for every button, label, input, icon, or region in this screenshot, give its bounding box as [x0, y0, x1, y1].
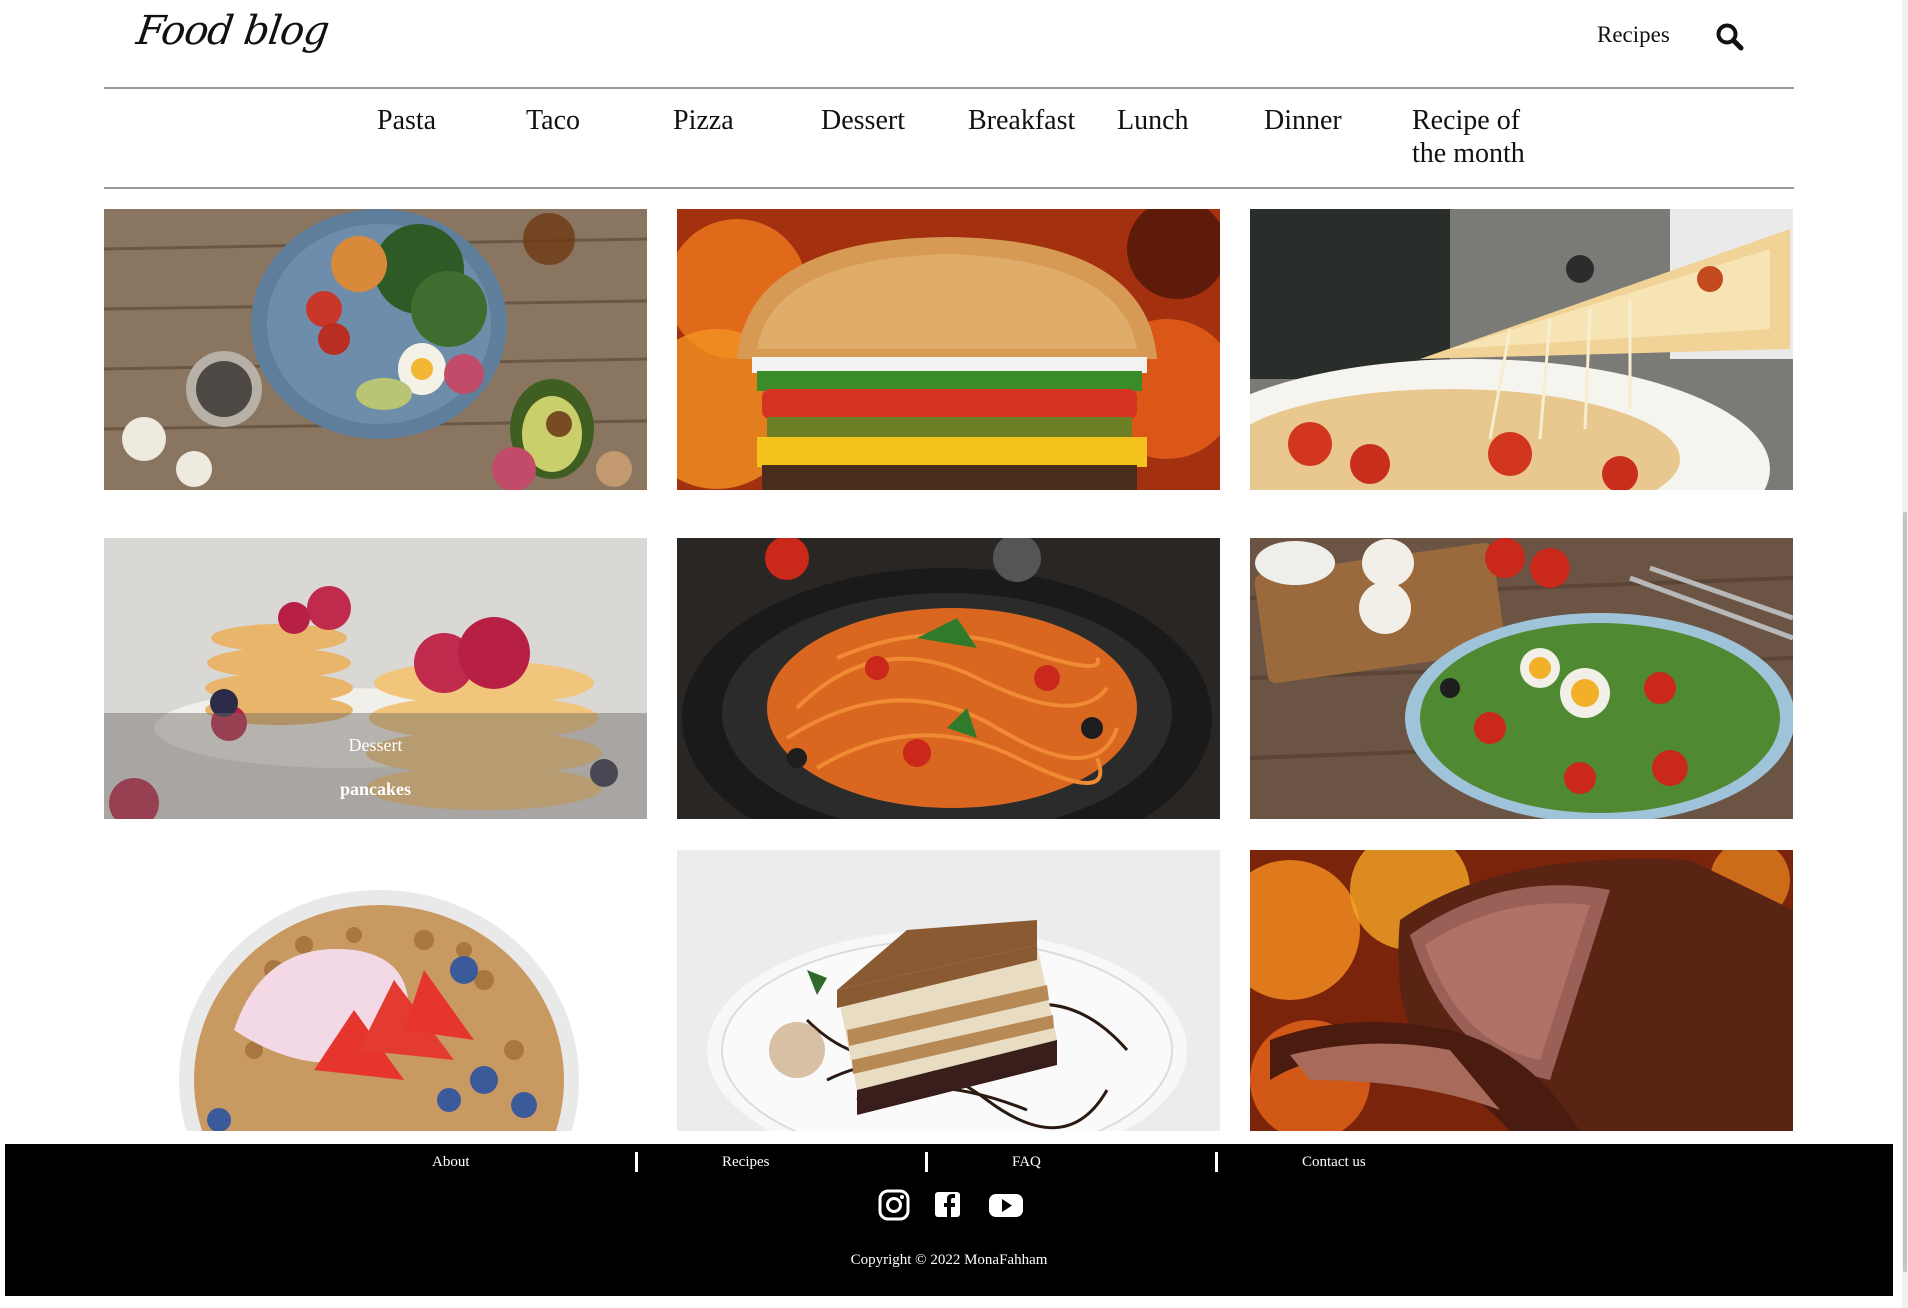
facebook-link[interactable] — [930, 1188, 964, 1222]
yogurt-granola-image — [104, 850, 647, 1131]
tile-burger[interactable] — [677, 209, 1220, 490]
youtube-icon — [989, 1194, 1023, 1217]
nav-breakfast[interactable]: Breakfast — [968, 104, 1075, 137]
facebook-icon — [935, 1192, 960, 1217]
top-nav-recipes[interactable]: Recipes — [1597, 22, 1670, 48]
layer-cake-image — [677, 850, 1220, 1131]
search-button[interactable] — [1715, 22, 1745, 52]
pizza-image — [1250, 209, 1793, 490]
spaghetti-image — [677, 538, 1220, 819]
nav-dinner[interactable]: Dinner — [1264, 104, 1342, 137]
healthy-bowl-image — [104, 209, 647, 490]
footer-separator — [925, 1152, 928, 1172]
nav-recipe-of-the-month[interactable]: Recipe of the month — [1412, 104, 1525, 170]
footer-link-about[interactable]: About — [432, 1154, 470, 1171]
burger-image — [677, 209, 1220, 490]
tile-healthy-bowl[interactable] — [104, 209, 647, 490]
nav-lunch[interactable]: Lunch — [1117, 104, 1189, 137]
tile-roast-beef[interactable] — [1250, 850, 1793, 1131]
footer-separator — [1215, 1152, 1218, 1172]
copyright: Copyright © 2022 MonaFahham — [850, 1252, 1048, 1268]
tile-yogurt-granola[interactable] — [104, 850, 647, 1131]
nav-divider — [104, 187, 1794, 189]
nav-recipe-of-the-month-line1: Recipe of — [1412, 105, 1521, 136]
egg-salad-image — [1250, 538, 1793, 819]
site-logo[interactable]: Food blog — [134, 8, 332, 54]
tile-pancakes[interactable]: Dessert pancakes — [104, 538, 647, 819]
featured-category: Dessert — [348, 735, 403, 755]
search-icon — [1716, 23, 1744, 51]
tile-layer-cake[interactable] — [677, 850, 1220, 1131]
tile-spaghetti[interactable] — [677, 538, 1220, 819]
roast-beef-image — [1250, 850, 1793, 1131]
nav-recipe-of-the-month-line2: the month — [1412, 138, 1525, 169]
instagram-icon — [878, 1189, 910, 1221]
footer-link-recipes[interactable]: Recipes — [722, 1154, 769, 1171]
tile-pizza[interactable] — [1250, 209, 1793, 490]
scrollbar-thumb[interactable] — [1903, 512, 1907, 1272]
youtube-link[interactable] — [987, 1188, 1023, 1222]
nav-pizza[interactable]: Pizza — [673, 104, 734, 137]
footer-separator — [635, 1152, 638, 1172]
instagram-link[interactable] — [877, 1188, 911, 1222]
footer: About Recipes FAQ Contact us Copyright ©… — [5, 1144, 1893, 1296]
nav-dessert[interactable]: Dessert — [821, 104, 905, 137]
header-divider — [104, 87, 1794, 89]
tile-egg-salad[interactable] — [1250, 538, 1793, 819]
footer-link-contact[interactable]: Contact us — [1302, 1154, 1366, 1171]
nav-pasta[interactable]: Pasta — [377, 104, 436, 137]
footer-link-faq[interactable]: FAQ — [1012, 1154, 1041, 1171]
featured-recipe-name: pancakes — [339, 779, 411, 799]
featured-caption: Dessert pancakes — [104, 713, 647, 819]
nav-taco[interactable]: Taco — [526, 104, 580, 137]
category-nav: Pasta Taco Pizza Dessert Breakfast Lunch… — [0, 104, 1908, 174]
